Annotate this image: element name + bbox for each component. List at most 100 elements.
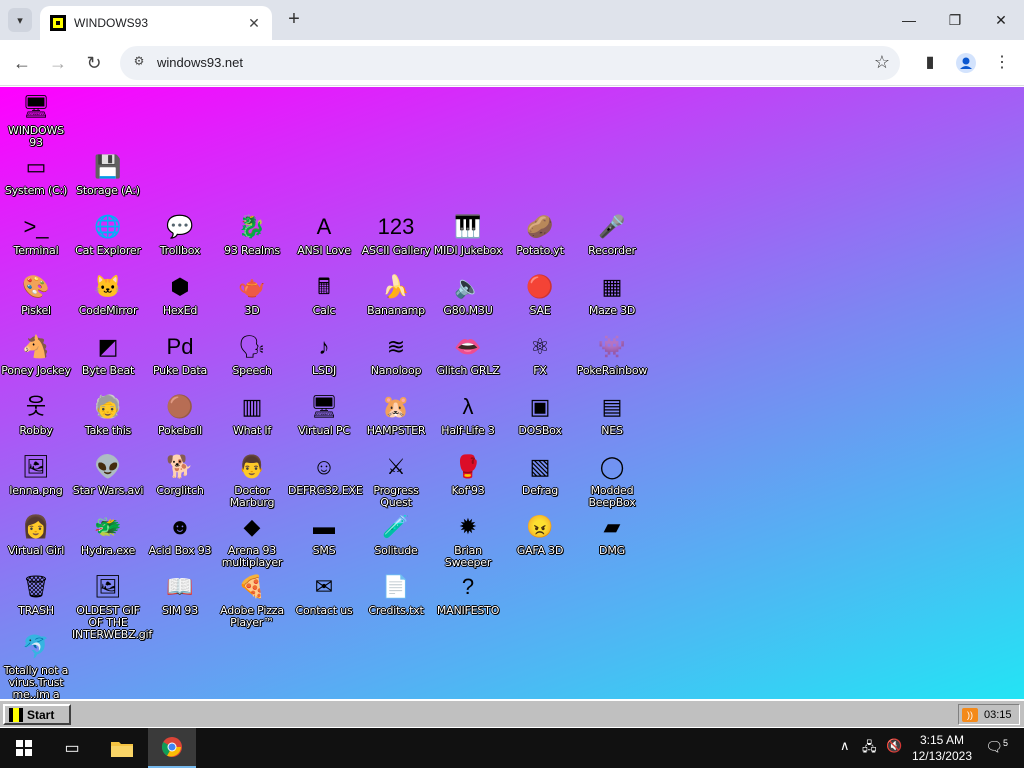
desktop-icon[interactable]: ▧ Defrag: [504, 451, 576, 497]
desktop-icon[interactable]: ◆ Arena 93 multiplayer: [216, 511, 288, 569]
desktop-icon[interactable]: 📄 Credits.txt: [360, 571, 432, 617]
desktop-icon[interactable]: ♪ LSDJ: [288, 331, 360, 377]
desktop-icon[interactable]: 🥔 Potato.yt: [504, 211, 576, 257]
desktop-icon[interactable]: ⚛ FX: [504, 331, 576, 377]
desktop-icon[interactable]: 🧪 Solitude: [360, 511, 432, 557]
desktop-icon[interactable]: 🎤 Recorder: [576, 211, 648, 257]
desktop-icon[interactable]: 👾 PokeRainbow: [576, 331, 648, 377]
desktop-icon[interactable]: ✹ Brian Sweeper: [432, 511, 504, 569]
menu-icon[interactable]: ⋮: [989, 50, 1015, 76]
desktop-icon[interactable]: 📖 SIM 93: [144, 571, 216, 617]
windows93-desktop[interactable]: 🖥 WINDOWS 93 ▭ System (C:) 💾 Storage (A:) >_ Te…: [0, 87, 1024, 699]
tab-search-button[interactable]: ▾: [8, 8, 32, 32]
desktop-icon[interactable]: 🍌 Bananamp: [360, 271, 432, 317]
address-bar[interactable]: ⚙ windows93.net ☆: [120, 46, 900, 80]
speech-icon: 🗣: [238, 334, 266, 359]
desktop-icon[interactable]: ▣ DOSBox: [504, 391, 576, 437]
desktop-icon[interactable]: ✉ Contact us: [288, 571, 360, 617]
desktop-icon[interactable]: 🐉 93 Realms: [216, 211, 288, 257]
notification-center-icon[interactable]: 🗨5: [985, 738, 1008, 756]
desktop-icon[interactable]: ☻ Acid Box 93: [144, 511, 216, 557]
chrome-taskbar-icon[interactable]: [148, 728, 196, 768]
reload-button[interactable]: ↻: [81, 50, 107, 76]
desktop-icon[interactable]: 🐕 Corglitch: [144, 451, 216, 497]
desktop-icon[interactable]: 🖼 OLDEST GIF OF THE INTERWEBZ.gif: [72, 571, 152, 641]
desktop-icon[interactable]: 👽 Star Wars.avi: [72, 451, 144, 497]
show-hidden-icons-icon[interactable]: ∧: [840, 738, 850, 754]
desktop-icon[interactable]: 💾 Storage (A:): [72, 151, 144, 197]
desktop-icon[interactable]: 🗣 Speech: [216, 331, 288, 377]
task-view-icon[interactable]: ▭: [48, 728, 96, 768]
desktop-icon[interactable]: ⬢ HexEd: [144, 271, 216, 317]
desktop-icon[interactable]: 🫖 3D: [216, 271, 288, 317]
desktop-icon[interactable]: ▬ SMS: [288, 511, 360, 557]
desktop-icon[interactable]: 🥊 Kof'93: [432, 451, 504, 497]
desktop-icon[interactable]: 🐬 Totally not a virus.Trust me..im a: [0, 631, 72, 699]
desktop-icon[interactable]: ▥ What If: [216, 391, 288, 437]
desktop-icon[interactable]: 👩 Virtual Girl: [0, 511, 72, 557]
desktop-icon[interactable]: 🔈 G80.M3U: [432, 271, 504, 317]
desktop-icon[interactable]: 🐲 Hydra.exe: [72, 511, 144, 557]
desktop-icon[interactable]: 🎨 Piskel: [0, 271, 72, 317]
desktop-icon[interactable]: 💬 Trollbox: [144, 211, 216, 257]
desktop-icon[interactable]: ▭ System (C:): [0, 151, 72, 197]
desktop-icon[interactable]: 👨 Doctor Marburg: [216, 451, 288, 509]
desktop-icon[interactable]: ≋ Nanoloop: [360, 331, 432, 377]
desktop-icon[interactable]: 🐴 Poney Jockey: [0, 331, 72, 377]
desktop-icon[interactable]: 웃 Robby: [0, 391, 72, 437]
desktop-icon[interactable]: ▦ Maze 3D: [576, 271, 648, 317]
profile-icon[interactable]: [953, 50, 979, 76]
desktop-icon-label: HexEd: [162, 304, 198, 317]
close-window-button[interactable]: ✕: [978, 0, 1024, 40]
browser-tab[interactable]: WINDOWS93 ✕: [40, 6, 272, 40]
virtualgirl-icon: 👩: [22, 514, 50, 539]
windows-start-icon[interactable]: [0, 728, 48, 768]
desktop-icon[interactable]: ☺ DEFRG32.EXE: [288, 451, 363, 497]
desktop-icon[interactable]: >_ Terminal: [0, 211, 72, 257]
back-button[interactable]: ←: [9, 50, 35, 76]
maximize-button[interactable]: ❐: [932, 0, 978, 40]
desktop-icon[interactable]: 👄 Glitch GRLZ: [432, 331, 504, 377]
start-button[interactable]: Start: [3, 704, 71, 725]
file-explorer-icon[interactable]: [98, 728, 146, 768]
desktop-icon[interactable]: 🖼 lenna.png: [0, 451, 72, 497]
forward-button[interactable]: →: [45, 50, 71, 76]
desktop-icon[interactable]: 🐱 CodeMirror: [72, 271, 144, 317]
system-clock[interactable]: 3:15 AM 12/13/2023: [912, 732, 972, 764]
desktop-icon[interactable]: λ Half-Life 3: [432, 391, 504, 437]
desktop-icon[interactable]: 🍕 Adobe Pizza Player™: [216, 571, 288, 629]
desktop-icon-label: 93 Realms: [224, 244, 280, 257]
desktop-icon[interactable]: 🟤 Pokeball: [144, 391, 216, 437]
desktop-icon[interactable]: ? MANIFESTO: [432, 571, 504, 617]
desktop-icon[interactable]: 🖩 Calc: [288, 271, 360, 317]
desktop-icon[interactable]: Pd Puke Data: [144, 331, 216, 377]
desktop-icon[interactable]: 🗑 TRASH: [0, 571, 72, 617]
desktop-icon[interactable]: 🧓 Take this: [72, 391, 144, 437]
desktop-icon[interactable]: ⚔ Progress Quest: [360, 451, 432, 509]
desktop-icon[interactable]: 🎹 MIDI Jukebox: [432, 211, 504, 257]
volume-muted-icon[interactable]: 🔇: [886, 738, 902, 754]
desktop-icon[interactable]: ▰ DMG: [576, 511, 648, 557]
bookmark-star-icon[interactable]: ☆: [874, 52, 890, 73]
desktop-icon[interactable]: ◩ Byte Beat: [72, 331, 144, 377]
desktop-icon[interactable]: ◯ Modded BeepBox: [576, 451, 648, 509]
side-panel-icon[interactable]: ▮: [917, 50, 943, 76]
desktop-icon[interactable]: 🌐 Cat Explorer: [72, 211, 144, 257]
desktop-icon[interactable]: A ANSI Love: [288, 211, 360, 257]
desktop-icon[interactable]: 🖥 WINDOWS 93: [0, 91, 72, 149]
desktop-icon[interactable]: ▤ NES: [576, 391, 648, 437]
desktop-icon-label: LSDJ: [311, 364, 337, 377]
desktop-icon[interactable]: 🖥 Virtual PC: [288, 391, 360, 437]
desktop-icon[interactable]: 🐹 HAMPSTER: [360, 391, 432, 437]
dosbox-icon: ▣: [529, 394, 551, 419]
url-text[interactable]: windows93.net: [157, 55, 243, 70]
tab-close-icon[interactable]: ✕: [246, 15, 262, 32]
desktop-icon[interactable]: 123 ASCII Gallery: [360, 211, 432, 257]
rss-icon[interactable]: )): [962, 707, 978, 722]
new-tab-button[interactable]: +: [282, 8, 306, 32]
minimize-button[interactable]: —: [886, 0, 932, 40]
site-info-icon[interactable]: ⚙: [130, 54, 148, 72]
desktop-icon[interactable]: 🔴 SAE: [504, 271, 576, 317]
desktop-icon[interactable]: 😠 GAFA 3D: [504, 511, 576, 557]
network-icon[interactable]: 🖧: [862, 738, 877, 760]
